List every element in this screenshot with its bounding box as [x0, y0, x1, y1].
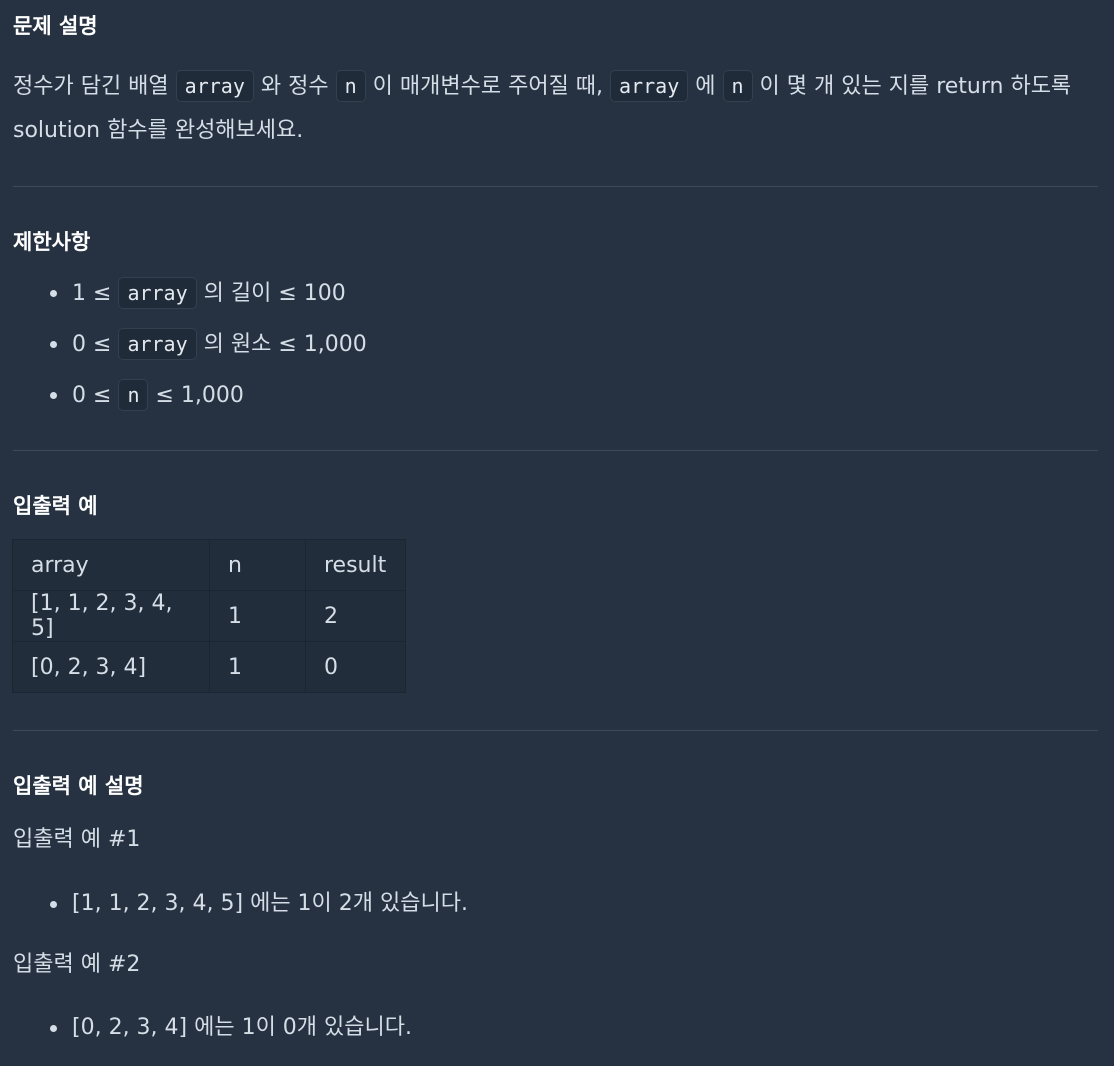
constraint-text: 의 원소 ≤ 1,000	[203, 332, 367, 357]
constraint-text: 1 ≤	[72, 281, 112, 306]
inline-code-n: n	[335, 70, 366, 102]
table-header-cell: result	[305, 539, 406, 591]
examples-title: 입출력 예	[13, 494, 98, 518]
inline-code-array: array	[610, 70, 689, 102]
example-2-title: 입출력 예 #2	[13, 952, 141, 977]
desc-text: 정수가 담긴 배열	[13, 74, 169, 99]
table-row: [0, 2, 3, 4] 1 0	[12, 641, 406, 693]
explanation-title: 입출력 예 설명	[13, 774, 144, 798]
problem-description: 정수가 담긴 배열 array 와 정수 n 이 매개변수로 주어질 때, ar…	[13, 64, 1103, 153]
table-header-cell: array	[12, 539, 210, 591]
constraint-text: ≤ 1,000	[155, 383, 244, 408]
section-divider	[13, 450, 1098, 451]
constraint-item: 0 ≤ array 의 원소 ≤ 1,000	[40, 322, 367, 373]
constraints-title: 제한사항	[13, 230, 91, 254]
section-divider	[13, 730, 1098, 731]
table-cell: [1, 1, 2, 3, 4, 5]	[12, 590, 210, 642]
table-header-cell: n	[209, 539, 306, 591]
constraints-list: 1 ≤ array 의 길이 ≤ 100 0 ≤ array 의 원소 ≤ 1,…	[40, 271, 367, 424]
table-row: [1, 1, 2, 3, 4, 5] 1 2	[12, 590, 406, 642]
table-cell: [0, 2, 3, 4]	[12, 641, 210, 693]
section-divider	[13, 186, 1098, 187]
inline-code-n: n	[118, 379, 149, 411]
table-cell: 0	[305, 641, 406, 693]
table-cell: 2	[305, 590, 406, 642]
constraint-text: 의 길이 ≤ 100	[203, 281, 346, 306]
constraint-item: 0 ≤ n ≤ 1,000	[40, 373, 367, 424]
list-item: [0, 2, 3, 4] 에는 1이 0개 있습니다.	[40, 1006, 412, 1057]
examples-table: array n result [1, 1, 2, 3, 4, 5] 1 2 [0…	[12, 539, 406, 693]
table-cell: 1	[209, 590, 306, 642]
table-header-row: array n result	[12, 539, 406, 591]
inline-code-array: array	[118, 328, 197, 360]
problem-page: 문제 설명 정수가 담긴 배열 array 와 정수 n 이 매개변수로 주어질…	[0, 0, 1114, 1066]
inline-code-n: n	[722, 70, 753, 102]
example-2-list: [0, 2, 3, 4] 에는 1이 0개 있습니다.	[40, 1006, 412, 1057]
list-item: [1, 1, 2, 3, 4, 5] 에는 1이 2개 있습니다.	[40, 882, 468, 933]
example-1-list: [1, 1, 2, 3, 4, 5] 에는 1이 2개 있습니다.	[40, 882, 468, 933]
inline-code-array: array	[118, 277, 197, 309]
constraint-item: 1 ≤ array 의 길이 ≤ 100	[40, 271, 367, 322]
constraint-text: 0 ≤	[72, 383, 112, 408]
table-cell: 1	[209, 641, 306, 693]
problem-title: 문제 설명	[13, 14, 98, 38]
example-1-title: 입출력 예 #1	[13, 827, 141, 852]
constraint-text: 0 ≤	[72, 332, 112, 357]
desc-text: 이 매개변수로 주어질 때,	[372, 74, 604, 99]
desc-text: 와 정수	[260, 74, 329, 99]
desc-text: 에	[695, 74, 716, 99]
inline-code-array: array	[175, 70, 254, 102]
